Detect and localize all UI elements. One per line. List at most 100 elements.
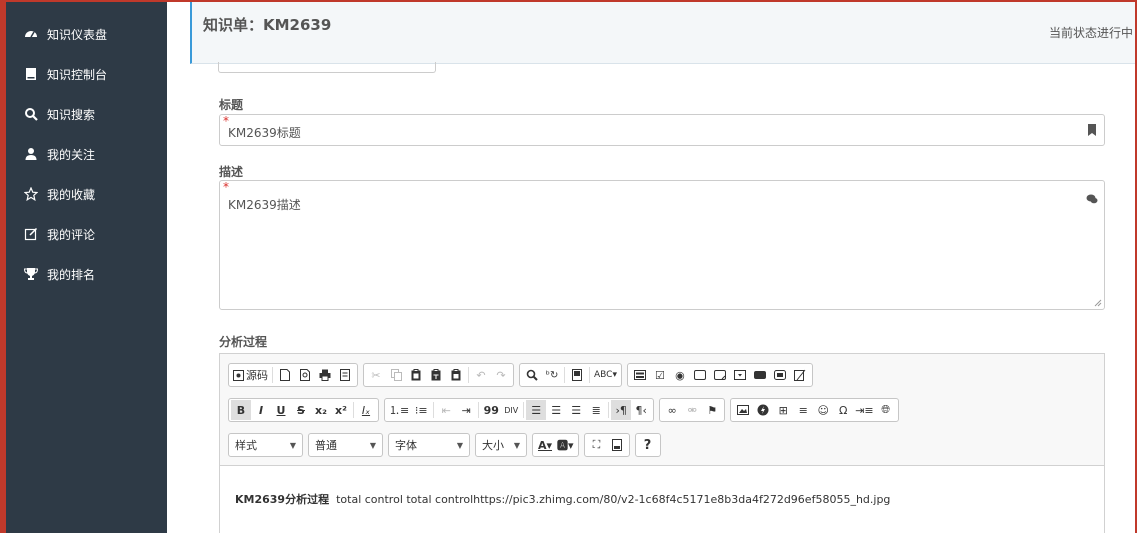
resize-handle-icon[interactable] (1094, 299, 1102, 307)
table-button[interactable]: ⊞ (773, 400, 793, 420)
align-left-button[interactable]: ☰ (526, 400, 547, 420)
replace-button[interactable]: ᵇ↻ (542, 365, 562, 385)
horizontal-rule-button[interactable]: ≡ (793, 400, 813, 420)
align-right-icon: ☰ (571, 403, 582, 417)
title-input[interactable]: * KM2639标题 (219, 114, 1105, 146)
superscript-button[interactable]: x² (331, 400, 351, 420)
rtl-button[interactable]: ¶‹ (631, 400, 651, 420)
sidebar-item-following[interactable]: 我的关注 (6, 134, 167, 174)
toolbar-row-1: 源码 ✂ ↶ ↷ ᵇ↻ ABC▾ ☑ ◉ (228, 362, 818, 388)
hidden-field-button[interactable] (790, 365, 810, 385)
radio-button[interactable]: ◉ (670, 365, 690, 385)
description-textarea[interactable]: * KM2639描述 (219, 180, 1105, 310)
sidebar-item-favorites[interactable]: 我的收藏 (6, 174, 167, 214)
sidebar-item-dashboard[interactable]: 知识仪表盘 (6, 14, 167, 54)
link-button[interactable]: ∞ (662, 400, 682, 420)
spellcheck-icon: ABC▾ (594, 370, 617, 380)
textfield-button[interactable] (690, 365, 710, 385)
help-button[interactable]: ? (638, 435, 658, 455)
template-icon (340, 369, 350, 381)
align-center-button[interactable]: ☰ (546, 400, 566, 420)
font-select[interactable]: 字体 ▼ (388, 433, 470, 457)
templates-button[interactable] (335, 365, 355, 385)
iframe-button[interactable]: 🌐︎ (876, 400, 896, 420)
blockquote-icon: 99 (483, 403, 499, 417)
find-button[interactable] (522, 365, 542, 385)
redo-button[interactable]: ↷ (491, 365, 511, 385)
copy-button[interactable] (386, 365, 406, 385)
globe-icon: 🌐︎ (881, 403, 891, 416)
indent-button[interactable]: ⇥ (456, 400, 476, 420)
flash-button[interactable] (753, 400, 773, 420)
sidebar-item-comments[interactable]: 我的评论 (6, 214, 167, 254)
button-control-icon (753, 371, 766, 379)
smiley-button[interactable]: ☺ (813, 400, 833, 420)
paste-button[interactable] (406, 365, 426, 385)
align-justify-button[interactable]: ≣ (586, 400, 606, 420)
maximize-icon: ⛶ (592, 438, 601, 451)
size-select[interactable]: 大小 ▼ (475, 433, 527, 457)
special-char-button[interactable]: Ω (833, 400, 853, 420)
image-button[interactable] (733, 400, 753, 420)
spellcheck-button[interactable]: ABC▾ (592, 365, 619, 385)
paste-text-button[interactable] (426, 365, 446, 385)
text-color-button[interactable]: A▾ (535, 435, 555, 455)
undo-button[interactable]: ↶ (471, 365, 491, 385)
bg-color-button[interactable]: 🅰︎▾ (555, 435, 576, 455)
show-blocks-button[interactable] (607, 435, 627, 455)
superscript-icon: x² (335, 403, 347, 417)
maximize-button[interactable]: ⛶ (587, 435, 607, 455)
div-button[interactable]: DIV (501, 400, 521, 420)
replace-icon: ᵇ↻ (545, 369, 559, 381)
strike-button[interactable]: S (291, 400, 311, 420)
numbered-list-button[interactable]: ⒈≡ (387, 400, 411, 420)
required-mark: * (223, 180, 229, 194)
blockquote-button[interactable]: 99 (481, 400, 501, 420)
source-button[interactable]: 源码 (231, 365, 270, 385)
editor-content-area[interactable]: KM2639分析过程 total control total controlht… (220, 465, 1104, 533)
cut-button[interactable]: ✂ (366, 365, 386, 385)
sidebar-item-search[interactable]: 知识搜索 (6, 94, 167, 134)
button-control-button[interactable] (750, 365, 770, 385)
page-break-button[interactable]: ⇥≡ (853, 400, 875, 420)
subscript-icon: x₂ (315, 403, 327, 417)
sidebar-item-label: 知识控制台 (47, 67, 108, 82)
checkbox-button[interactable]: ☑ (650, 365, 670, 385)
bulleted-list-button[interactable]: ⁝≡ (411, 400, 431, 420)
omega-icon: Ω (839, 403, 848, 417)
select-button[interactable] (730, 365, 750, 385)
form-button[interactable] (630, 365, 650, 385)
paste-word-button[interactable] (446, 365, 466, 385)
italic-icon: I (258, 403, 264, 417)
style-select[interactable]: 样式 ▼ (228, 433, 303, 457)
subscript-button[interactable]: x₂ (311, 400, 331, 420)
anchor-button[interactable]: ⚑ (702, 400, 722, 420)
chevron-down-icon: ▼ (513, 440, 520, 450)
sidebar-item-ranking[interactable]: 我的排名 (6, 254, 167, 294)
preview-button[interactable] (295, 365, 315, 385)
sidebar-item-console[interactable]: 知识控制台 (6, 54, 167, 94)
italic-button[interactable]: I (251, 400, 271, 420)
print-button[interactable] (315, 365, 335, 385)
new-page-button[interactable] (275, 365, 295, 385)
unlink-button[interactable]: ⚮ (682, 400, 702, 420)
flag-icon: ⚑ (707, 403, 718, 417)
ltr-button[interactable]: ›¶ (611, 400, 632, 420)
toolbar-separator (353, 402, 354, 418)
format-select[interactable]: 普通 ▼ (308, 433, 383, 457)
bold-button[interactable]: B (231, 400, 251, 420)
form-icon (633, 370, 646, 380)
textarea-button[interactable] (710, 365, 730, 385)
underline-button[interactable]: U (271, 400, 291, 420)
user-icon (24, 147, 38, 161)
image-button-button[interactable] (770, 365, 790, 385)
remove-format-button[interactable]: Iₓ (356, 400, 376, 420)
search-icon (24, 107, 38, 121)
previous-field[interactable] (218, 62, 436, 73)
chevron-down-icon: ▼ (456, 440, 463, 450)
comments-icon (1086, 194, 1098, 204)
align-right-button[interactable]: ☰ (566, 400, 586, 420)
align-left-icon: ☰ (531, 403, 542, 417)
outdent-button[interactable]: ⇤ (436, 400, 456, 420)
select-all-button[interactable] (567, 365, 587, 385)
